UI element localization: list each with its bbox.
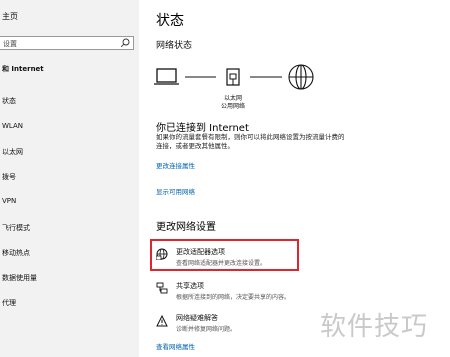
globe-icon xyxy=(288,64,314,90)
watermark: 软件技巧 xyxy=(320,312,429,342)
change-network-settings-heading: 更改网络设置 xyxy=(156,222,216,233)
sharing-icon xyxy=(156,282,168,294)
network-status-heading: 网络状态 xyxy=(156,41,193,51)
sidebar-item-proxy[interactable]: 代理 xyxy=(2,298,16,308)
highlight-box xyxy=(150,239,299,271)
troubleshooter-title[interactable]: 网络疑难解答 xyxy=(176,313,218,323)
sidebar-item-status[interactable]: 状态 xyxy=(2,96,16,106)
ethernet-icon xyxy=(226,68,240,86)
search-input[interactable]: 设置 xyxy=(0,36,134,50)
sidebar-item-ethernet[interactable]: 以太网 xyxy=(2,147,23,157)
network-profile-label: 公用网络 xyxy=(221,103,246,110)
sidebar-item-vpn[interactable]: VPN xyxy=(2,197,16,205)
network-diagram xyxy=(154,64,314,90)
change-connection-properties-link[interactable]: 更改连接属性 xyxy=(156,160,195,170)
view-network-properties-link[interactable]: 查看网络属性 xyxy=(156,341,195,351)
connected-desc-line2: 连接，或者更改其他属性。 xyxy=(156,142,234,150)
sidebar-item-dialup[interactable]: 拨号 xyxy=(2,172,16,182)
search-icon[interactable] xyxy=(120,38,130,48)
sharing-options-desc: 根据所连接到的网络，决定要共享的内容。 xyxy=(176,294,291,301)
page-title: 状态 xyxy=(156,13,184,29)
sidebar-section-title: 和 Internet xyxy=(2,65,44,73)
sharing-options-title[interactable]: 共享选项 xyxy=(176,281,204,291)
connected-title: 你已连接到 Internet xyxy=(156,123,249,134)
sidebar-item-airplane[interactable]: 飞行模式 xyxy=(2,223,30,233)
connected-desc-line1: 如果你的流量套餐有限制，则你可以将此网络设置为按流量计费的 xyxy=(156,133,345,141)
connected-description: 如果你的流量套餐有限制，则你可以将此网络设置为按流量计费的 连接，或者更改其他属… xyxy=(156,133,386,151)
sidebar-item-hotspot[interactable]: 移动热点 xyxy=(2,248,30,258)
computer-icon xyxy=(154,68,179,85)
show-available-networks-link[interactable]: 显示可用网络 xyxy=(156,186,195,196)
search-placeholder: 设置 xyxy=(3,40,17,48)
warning-icon xyxy=(156,315,168,327)
sidebar-item-data-usage[interactable]: 数据使用量 xyxy=(2,273,37,283)
sidebar-item-wlan[interactable]: WLAN xyxy=(2,122,23,130)
troubleshooter-desc: 诊断并修复网络问题。 xyxy=(176,326,237,333)
sidebar-home[interactable]: 主页 xyxy=(2,11,18,22)
sidebar: 主页 设置 和 Internet 状态 WLAN 以太网 拨号 VPN 飞行模式… xyxy=(0,0,139,357)
